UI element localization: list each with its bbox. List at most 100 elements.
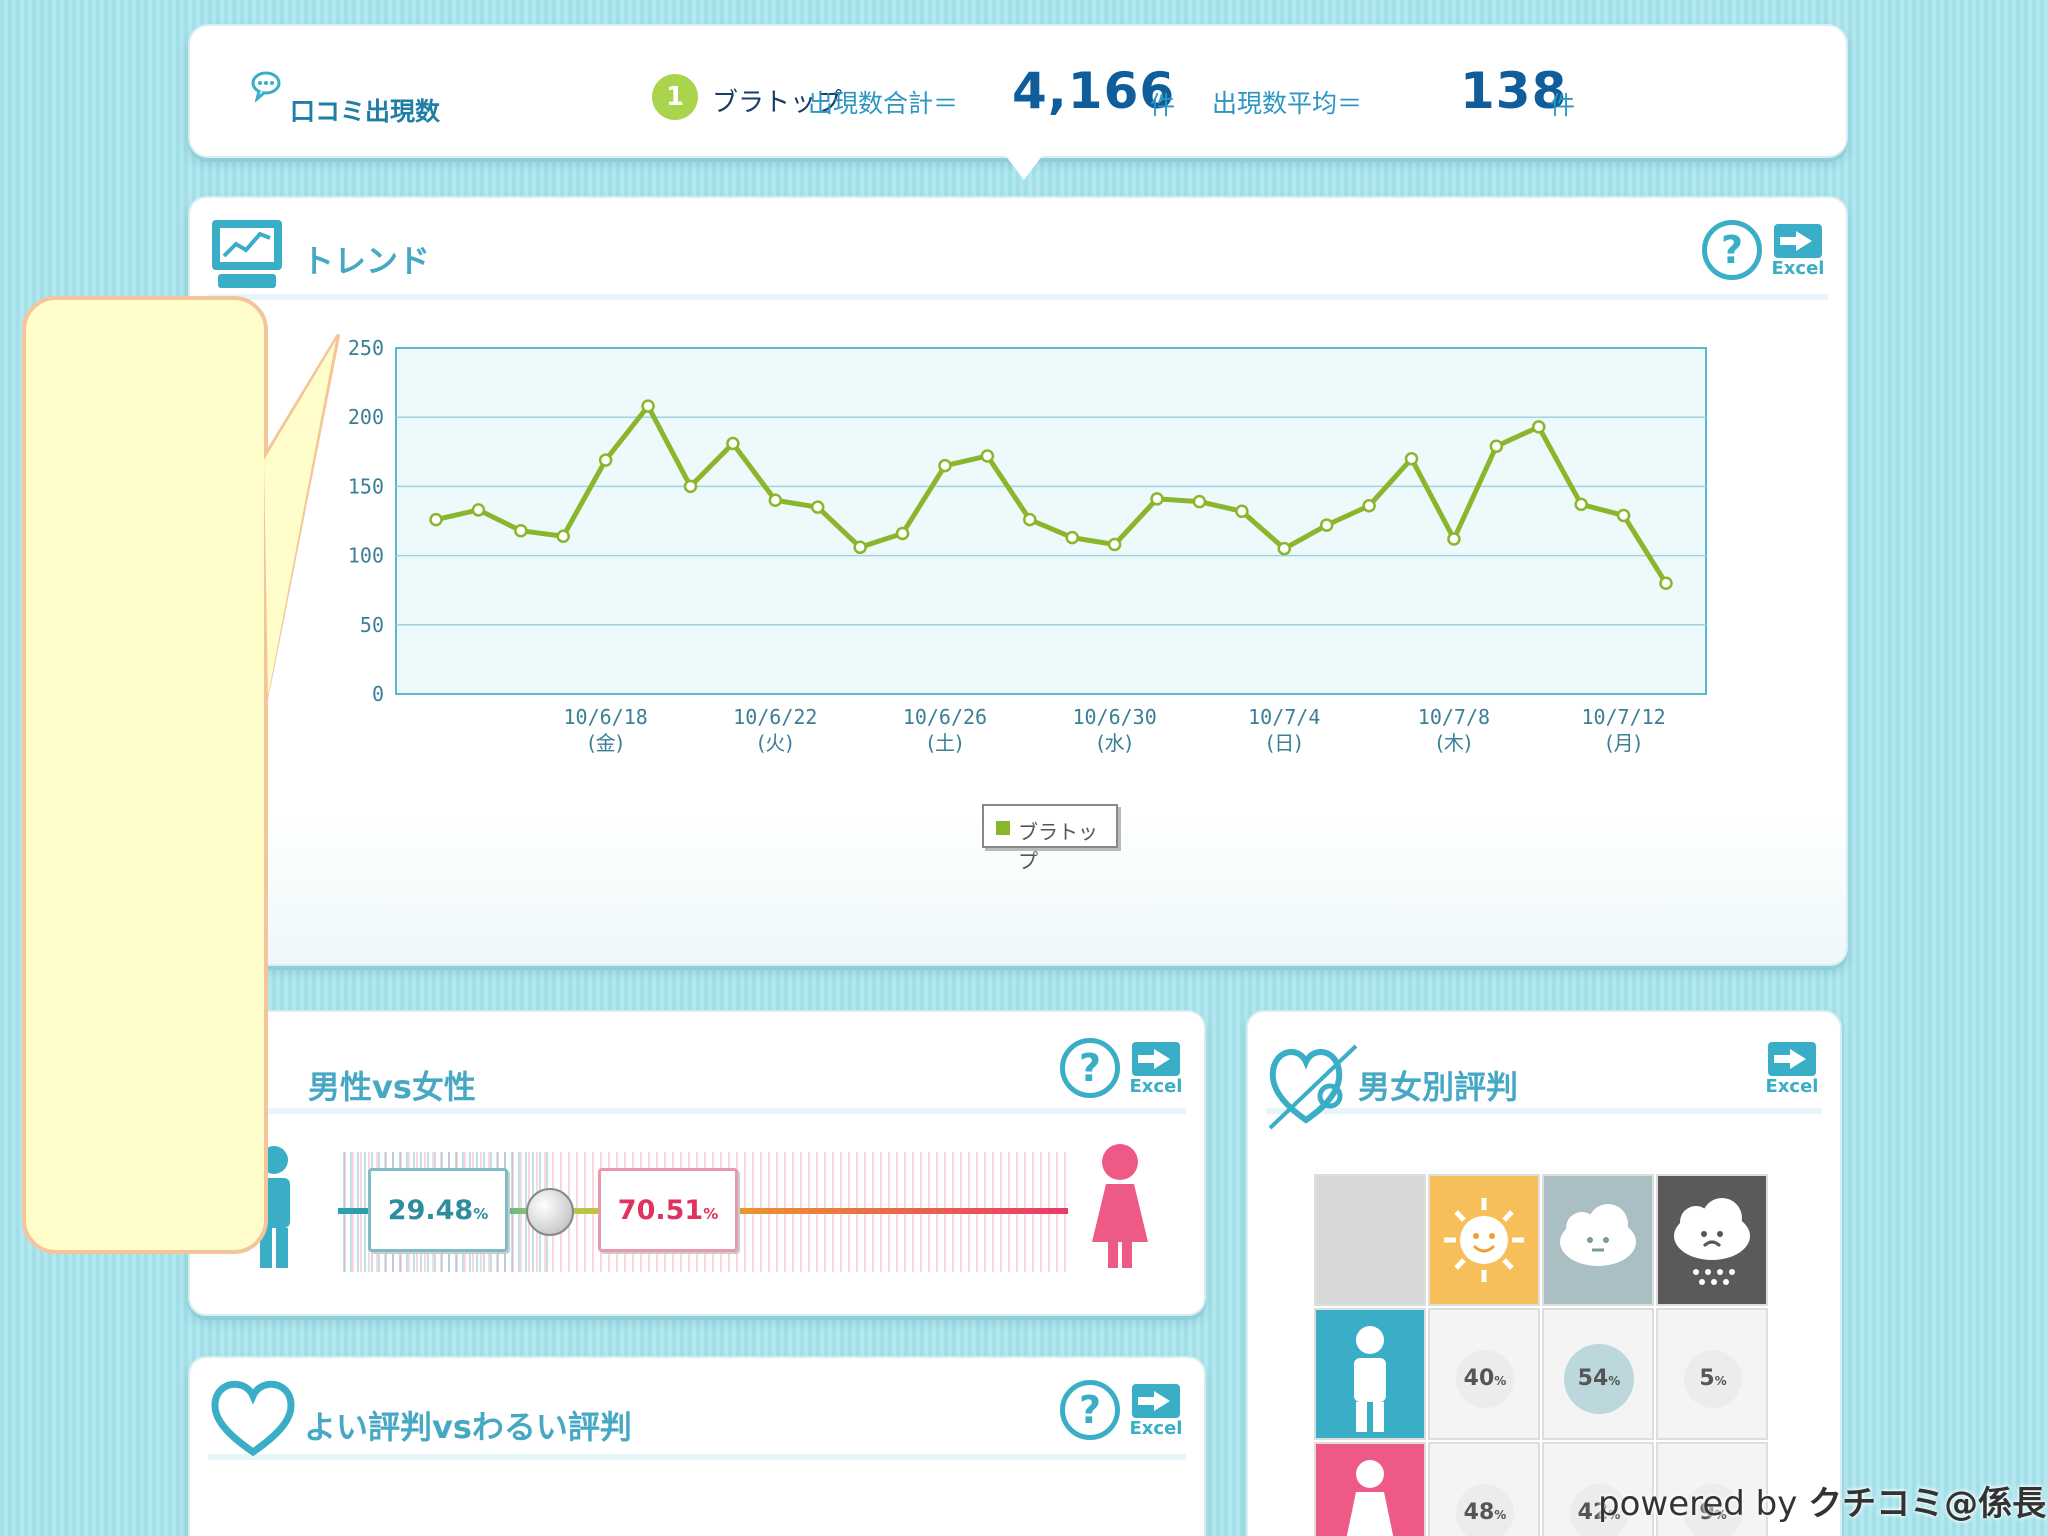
reputation-help-button[interactable]: ? [1060,1380,1120,1440]
female-figure-icon [1092,1144,1148,1268]
data-point [429,512,443,527]
y-tick-label: 200 [348,405,384,429]
male-sunny-cell: 40% [1428,1308,1540,1440]
monitor-chart-icon [212,220,282,288]
data-point [768,493,783,507]
gender-reputation-panel: 男女別評判 Excel 40% 54% 5% 48% 42% 9% [1246,1010,1842,1536]
data-point [980,449,995,463]
grid-header-rainy [1656,1174,1768,1306]
data-point [1023,512,1037,527]
male-sunny-value: 40% [1456,1350,1514,1408]
plot-area [395,347,1707,695]
x-tick-day: (月) [1606,731,1642,755]
data-point [895,526,910,541]
average-unit: 件 [1550,91,1576,120]
trend-title: トレンド [302,242,431,280]
y-tick-label: 50 [360,613,384,637]
speech-bubble-icon [251,71,281,102]
x-tick-day: (火) [758,731,794,755]
data-point [1277,541,1292,556]
data-point [1659,576,1673,591]
excel-export-icon [1768,1042,1816,1076]
x-tick-date: 10/7/4 [1248,705,1320,729]
x-tick-date: 10/6/18 [564,705,648,729]
x-tick-day: (金) [588,731,624,755]
legend-swatch [996,821,1010,835]
data-point [810,500,825,514]
x-tick-date: 10/7/8 [1418,705,1490,729]
excel-label: Excel [1129,1418,1183,1439]
data-point [1319,518,1334,532]
y-tick-label: 250 [348,336,384,360]
excel-export-icon [1132,1042,1180,1076]
female-sunny-value: 48% [1456,1484,1514,1536]
powered-by-text: powered by [1598,1484,1798,1524]
grid-corner-cell [1314,1174,1426,1306]
x-tick-day: (水) [1097,731,1133,755]
x-tick-day: (土) [927,731,963,755]
trend-header: トレンド ? Excel [208,216,1828,300]
male-percentage: 29.48% [368,1168,508,1252]
data-point [853,540,867,555]
data-point [641,399,655,413]
data-point [683,479,698,494]
data-point [1150,492,1164,506]
excel-label: Excel [1771,258,1825,279]
gender-reputation-excel-button[interactable]: Excel [1762,1038,1822,1098]
summary-bar: 口コミ出現数 1 ブラトップ 出現数合計＝ 4,166 件 出現数平均＝ 138… [188,24,1848,158]
x-tick-date: 10/6/30 [1072,705,1156,729]
summary-pointer [1006,156,1042,180]
cloud-face-icon [1560,1204,1636,1266]
brand-name: クチコミ@係長 [1808,1484,2047,1524]
male-rainy-cell: 5% [1656,1308,1768,1440]
x-tick-date: 10/6/26 [903,705,987,729]
data-point [1447,532,1461,546]
heart-gender-icon [1268,1044,1358,1130]
average-label: 出現数平均＝ [1212,89,1363,118]
summary-title: 口コミ出現数 [290,97,441,126]
data-point [1235,504,1249,519]
trend-panel: トレンド ? Excel 0 50 100 150 200 250 10/6/18 (金) 10… [188,196,1848,966]
y-tick-label: 100 [348,544,384,568]
data-point [598,453,613,467]
data-point [1065,530,1079,545]
data-point [1489,439,1504,454]
total-unit: 件 [1150,91,1176,120]
gender-reputation-header: 男女別評判 Excel [1266,1030,1822,1130]
reputation-header: よい評判vsわるい評判 ? Excel [208,1376,1186,1460]
powered-by-credit: powered by クチコミ@係長 [1598,1476,2046,1525]
trend-excel-button[interactable]: Excel [1768,220,1828,280]
ratio-slider-knob [526,1188,574,1236]
female-percentage: 70.51% [598,1168,738,1252]
data-point [556,529,570,543]
gender-excel-button[interactable]: Excel [1126,1038,1186,1098]
male-cloudy-cell: 54% [1542,1308,1654,1440]
rain-cloud-face-icon [1674,1198,1750,1285]
grid-row-male [1314,1308,1426,1440]
x-tick-day: (日) [1266,731,1302,755]
gender-title: 男性vs女性 [308,1068,476,1106]
heart-icon [211,1380,295,1457]
x-tick-day: (木) [1436,731,1472,755]
reputation-excel-button[interactable]: Excel [1126,1380,1186,1440]
data-point [726,436,740,451]
data-point [471,503,486,517]
x-tick-date: 10/7/12 [1581,705,1665,729]
female-figure-icon [1346,1460,1394,1536]
total-label: 出現数合計＝ [808,89,959,118]
y-tick-label: 0 [372,682,384,706]
excel-export-icon [1132,1384,1180,1418]
grid-header-cloudy [1542,1174,1654,1306]
grid-header-sunny [1428,1174,1540,1306]
data-point [1362,499,1376,513]
gender-help-button[interactable]: ? [1060,1038,1120,1098]
excel-export-icon [1774,224,1822,258]
data-point [1192,494,1207,509]
gender-panel: 男性vs女性 ? Excel 29.48% 70.51% [188,1010,1206,1316]
male-cloudy-value: 54% [1564,1344,1634,1414]
trend-help-button[interactable]: ? [1702,220,1762,280]
annotation-callout [22,296,268,1254]
grid-row-female [1314,1442,1426,1536]
data-point [938,458,952,473]
reputation-title: よい評判vsわるい評判 [304,1408,632,1446]
